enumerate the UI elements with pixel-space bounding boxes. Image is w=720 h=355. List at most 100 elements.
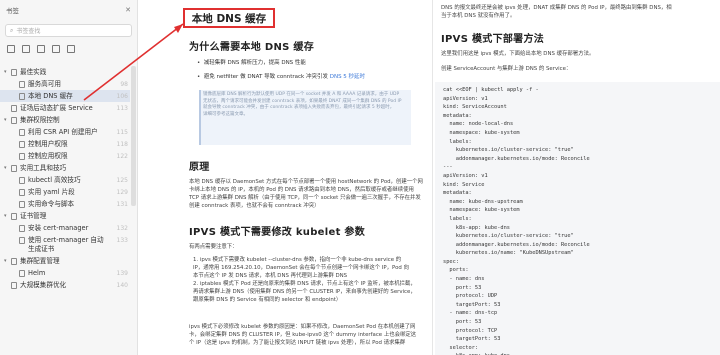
principle-text: 本地 DNS 缓存以 DaemonSet 方式在每个节点部署一个使用 hostN…	[189, 178, 423, 210]
bookmark-label: 证书管理	[20, 211, 47, 220]
code-line: cat <<EOF | kubectl apply -f -	[443, 87, 539, 93]
bookmark-page-number: 106	[116, 93, 128, 100]
bullet-2-text: 避免 netfilter 做 DNAT 导致 conntrack 冲突引发	[203, 74, 328, 80]
code-line: kind: ServiceAccount	[443, 104, 507, 111]
bullet-2: • 避免 netfilter 做 DNAT 导致 conntrack 冲突引发 …	[197, 74, 366, 80]
bookmark-label: 大规模集群优化	[20, 280, 67, 289]
code-line: addonmanager.kubernetes.io/mode: Reconci…	[443, 155, 590, 162]
bookmark-item[interactable]: 服务高可用 98	[0, 78, 130, 90]
bookmark-item[interactable]: ▾ 集群配置管理	[0, 255, 130, 267]
bookmark-item[interactable]: Helm 139	[0, 267, 130, 279]
bookmark-item[interactable]: 控制应用权限 122	[0, 150, 130, 162]
document-icon	[11, 281, 17, 289]
text-line: 创建 conntrack 表项，也就不会有 conntrack 冲突）	[189, 203, 320, 209]
bookmark-item[interactable]: ▾ 集群权限控制	[0, 114, 130, 126]
document-icon	[11, 116, 17, 124]
code-line: targetPort: 53	[443, 336, 501, 343]
bookmark-item[interactable]: 本地 DNS 缓存 106	[0, 90, 130, 102]
collapse-icon[interactable]	[67, 45, 75, 53]
dns-delay-link[interactable]: DNS 5 秒延时	[330, 74, 365, 80]
sidebar-scrollbar[interactable]	[131, 66, 136, 206]
chevron-down-icon[interactable]: ▾	[4, 116, 11, 125]
bookmark-label: 利用 CSR API 创建用户	[28, 127, 98, 136]
ipvs-explanation: ipvs 模式下必须修改 kubelet 参数的原因是：如果不修改，Daemon…	[189, 323, 416, 347]
text-line: 跟原集群 DNS 的 Service 有相同的 selector 和 endpo…	[193, 297, 342, 303]
heading-why-dns-cache: 为什么需要本地 DNS 缓存	[189, 42, 315, 53]
document-icon	[19, 224, 25, 232]
chevron-down-icon[interactable]: ▾	[4, 68, 11, 77]
bookmark-item[interactable]: 安装 cert-manager 132	[0, 222, 130, 234]
ipvs-list: 1. ipvs 模式下需要改 kubelet --cluster-dns 参数，…	[193, 256, 416, 304]
bookmark-item[interactable]: 证场后动态扩展 Service 113	[0, 102, 130, 114]
deploy-subtitle: 创建 ServiceAccount 与集群上游 DNS 的 Service：	[441, 66, 572, 72]
search-icon: ⌕	[10, 26, 14, 34]
bookmark-label: 集群权限控制	[20, 115, 60, 124]
bookmark-item[interactable]: 使用 cert-manager 自动生成证书 133	[0, 234, 130, 255]
bookmark-label: 集群配置管理	[20, 256, 60, 265]
expand-icon[interactable]	[52, 45, 60, 53]
document-icon	[19, 80, 25, 88]
code-line: kind: Service	[443, 181, 485, 188]
bookmark-page-number: 125	[116, 177, 128, 184]
code-text: cat <<EOF | kubectl apply -f - apiVersion…	[443, 86, 590, 355]
bookmark-item[interactable]: 大规模集群优化 140	[0, 279, 130, 291]
code-line: kubernetes.io/cluster-service: "true"	[443, 233, 574, 240]
text-line: 卡绑上本地 DNS 的 IP，本机的 Pod 的 DNS 请求路由到本地 DNS…	[189, 187, 414, 193]
document-icon	[19, 188, 25, 196]
bookmark-label: 实用 yaml 片段	[28, 187, 75, 196]
code-line: - name: dns-tcp	[443, 310, 498, 317]
text-line: DNS 的报文最终还是会被 ipvs 处理，DNAT 成集群 DNS 的 Pod…	[441, 5, 672, 11]
bookmark-page-number: 115	[116, 129, 128, 136]
text-line: 本节点这个 IP 发 DNS 请求，本机 DNS 再代理到上游集群 DNS	[193, 273, 348, 279]
code-line: labels:	[443, 215, 472, 222]
document-icon	[19, 236, 25, 244]
bookmark-search-input[interactable]: ⌕ 书签查找	[5, 24, 132, 37]
chevron-down-icon[interactable]: ▾	[4, 212, 11, 221]
text-line: 再请求集群上游 DNS（使用集群 DNS 的另一个 CLUSTER IP，来自事…	[193, 289, 416, 295]
text-line: 详细可参考这篇文章。	[203, 111, 248, 117]
bookmark-item[interactable]: ▾ 证书管理	[0, 210, 130, 222]
bookmark-page-number: 98	[120, 81, 128, 88]
code-line: targetPort: 53	[443, 301, 501, 308]
code-line: ports:	[443, 267, 469, 274]
document-icon	[19, 128, 25, 136]
bookmark-item[interactable]: 利用 CSR API 创建用户 115	[0, 126, 130, 138]
code-line: k8s-app: kube-dns	[443, 224, 510, 231]
document-icon	[19, 269, 25, 277]
code-line: metadata:	[443, 112, 472, 119]
code-line: addonmanager.kubernetes.io/mode: Reconci…	[443, 241, 590, 248]
document-icon	[11, 68, 17, 76]
code-line: name: kube-dns-upstream	[443, 198, 523, 205]
bookmark-item[interactable]: kubectl 高效技巧 125	[0, 174, 130, 186]
text-line: ipvs 模式下必须修改 kubelet 参数的原因是：如果不修改，Daemon…	[189, 324, 416, 330]
close-icon[interactable]: ✕	[125, 6, 131, 14]
text-line: 本地 DNS 缓存以 DaemonSet 方式在每个节点部署一个使用 hostN…	[189, 179, 423, 185]
bookmark-item[interactable]: 控制用户权限 118	[0, 138, 130, 150]
sidebar-title: 书签	[6, 7, 19, 15]
bookmark-label: 最佳实践	[20, 67, 47, 76]
heading-principle: 原理	[189, 162, 210, 173]
document-icon	[11, 104, 17, 112]
bookmark-item[interactable]: ▾ 最佳实践	[0, 66, 130, 78]
bookmark-list-icon[interactable]	[22, 45, 30, 53]
bookmark-item[interactable]: 实用命令与脚本 131	[0, 198, 130, 210]
bookmark-item[interactable]: ▾ 实用工具和技巧	[0, 162, 130, 174]
code-line: port: 53	[443, 284, 482, 291]
bookmark-list: ▾ 最佳实践服务高可用 98 本地 DNS 缓存 106 证场后动态扩展 Service 1…	[0, 66, 130, 291]
bookmark-page-number: 139	[116, 270, 128, 277]
bookmark-label: Helm	[28, 268, 46, 277]
add-bookmark-icon[interactable]	[7, 45, 15, 53]
document-icon	[19, 92, 25, 100]
chevron-down-icon[interactable]: ▾	[4, 164, 11, 173]
bookmark-page-number: 129	[116, 189, 128, 196]
code-line: apiVersion: v1	[443, 172, 488, 179]
chevron-down-icon[interactable]: ▾	[4, 257, 11, 266]
document-icon	[11, 212, 17, 220]
bookmark-page-number: 133	[116, 237, 128, 244]
code-line: kubernetes.io/name: "KubeDNSUpstream"	[443, 250, 574, 257]
text-line: TCP 请求上游集群 DNS 解析（由于使用 TCP，同一个 socket 只会…	[189, 195, 421, 201]
bookmark-label: 本地 DNS 缓存	[28, 91, 73, 100]
bookmark-item[interactable]: 实用 yaml 片段 129	[0, 186, 130, 198]
delete-icon[interactable]	[37, 45, 45, 53]
code-line: namespace: kube-system	[443, 129, 520, 136]
